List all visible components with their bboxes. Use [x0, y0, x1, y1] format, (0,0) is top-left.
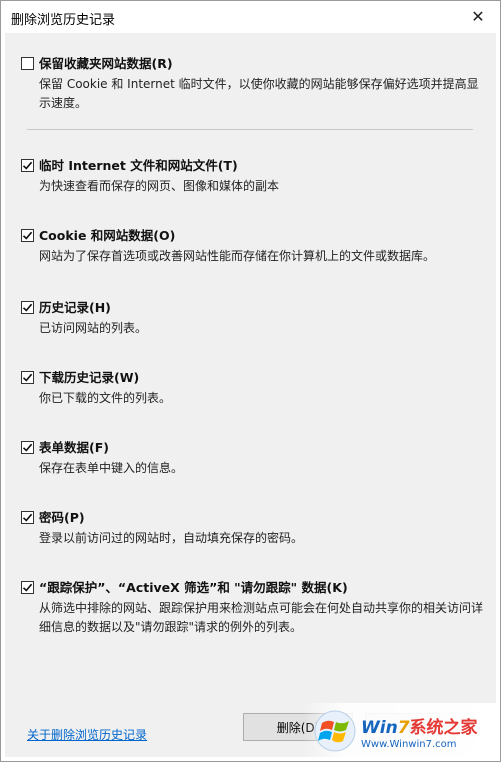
- option-description: 保存在表单中键入的信息。: [39, 461, 184, 475]
- brand-cn: 系统之家: [409, 717, 478, 738]
- preserve-favorites-checkbox[interactable]: [21, 57, 34, 70]
- option-description: 你已下载的文件的列表。: [39, 391, 172, 405]
- brand-win: Win: [361, 717, 398, 738]
- dialog-content: 保留收藏夹网站数据(R) 保留 Cookie 和 Internet 临时文件，以…: [5, 33, 496, 757]
- delete-browsing-history-dialog: 删除浏览历史记录 ✕ 保留收藏夹网站数据(R) 保留 Cookie 和 Inte…: [0, 0, 501, 762]
- temp-internet-files-checkbox[interactable]: [21, 159, 34, 172]
- about-delete-history-link[interactable]: 关于删除浏览历史记录: [27, 726, 147, 743]
- passwords-checkbox[interactable]: [21, 511, 34, 524]
- check-icon: [22, 443, 33, 452]
- option-tracking-protection: “跟踪保护”、“ActiveX 筛选”和 "请勿跟踪" 数据(K) 从筛选中排除…: [21, 579, 483, 637]
- watermark-brand: Win7系统之家: [361, 713, 478, 738]
- check-icon: [22, 583, 33, 592]
- close-button[interactable]: ✕: [456, 1, 500, 31]
- option-description: 已访问网站的列表。: [39, 321, 148, 335]
- check-icon: [22, 513, 33, 522]
- option-download-history: 下载历史记录(W) 你已下载的文件的列表。: [21, 369, 481, 408]
- option-temp-internet-files: 临时 Internet 文件和网站文件(T) 为快速查看而保存的网页、图像和媒体…: [21, 157, 481, 196]
- option-label[interactable]: 下载历史记录(W): [39, 369, 139, 386]
- window-title: 删除浏览历史记录: [11, 13, 116, 28]
- option-history: 历史记录(H) 已访问网站的列表。: [21, 299, 481, 338]
- option-label[interactable]: 历史记录(H): [39, 299, 111, 316]
- option-description: 登录以前访问过的网站时，自动填充保存的密码。: [39, 531, 304, 545]
- check-icon: [22, 303, 33, 312]
- option-label[interactable]: 保留收藏夹网站数据(R): [39, 55, 173, 72]
- tracking-protection-checkbox[interactable]: [21, 581, 34, 594]
- option-label[interactable]: “跟踪保护”、“ActiveX 筛选”和 "请勿跟踪" 数据(K): [39, 579, 348, 596]
- option-description: 保留 Cookie 和 Internet 临时文件，以使你收藏的网站能够保存偏好…: [39, 77, 479, 110]
- option-description: 网站为了保存首选项或改善网站性能而存储在你计算机上的文件或数据库。: [39, 249, 436, 263]
- option-label[interactable]: 临时 Internet 文件和网站文件(T): [39, 157, 238, 174]
- separator: [27, 129, 473, 130]
- option-description: 为快速查看而保存的网页、图像和媒体的副本: [39, 179, 280, 193]
- title-bar: 删除浏览历史记录 ✕: [1, 1, 500, 33]
- option-label[interactable]: Cookie 和网站数据(O): [39, 227, 175, 244]
- cookies-checkbox[interactable]: [21, 229, 34, 242]
- download-history-checkbox[interactable]: [21, 371, 34, 384]
- history-checkbox[interactable]: [21, 301, 34, 314]
- option-label[interactable]: 表单数据(F): [39, 439, 109, 456]
- option-cookies: Cookie 和网站数据(O) 网站为了保存首选项或改善网站性能而存储在你计算机…: [21, 227, 481, 266]
- form-data-checkbox[interactable]: [21, 441, 34, 454]
- watermark: Win7系统之家 Www.Winwin7.com: [303, 703, 499, 759]
- brand-num: 7: [397, 717, 410, 738]
- close-icon: ✕: [471, 6, 485, 26]
- option-label[interactable]: 密码(P): [39, 509, 85, 526]
- option-preserve-favorites: 保留收藏夹网站数据(R) 保留 Cookie 和 Internet 临时文件，以…: [21, 55, 481, 113]
- check-icon: [22, 373, 33, 382]
- option-passwords: 密码(P) 登录以前访问过的网站时，自动填充保存的密码。: [21, 509, 481, 548]
- option-form-data: 表单数据(F) 保存在表单中键入的信息。: [21, 439, 481, 478]
- windows-logo-icon: [314, 710, 356, 752]
- watermark-url: Www.Winwin7.com: [361, 738, 457, 750]
- check-icon: [22, 231, 33, 240]
- option-description: 从筛选中排除的网站、跟踪保护用来检测站点可能会在何处自动共享你的相关访问详细信息…: [39, 601, 484, 634]
- check-icon: [22, 161, 33, 170]
